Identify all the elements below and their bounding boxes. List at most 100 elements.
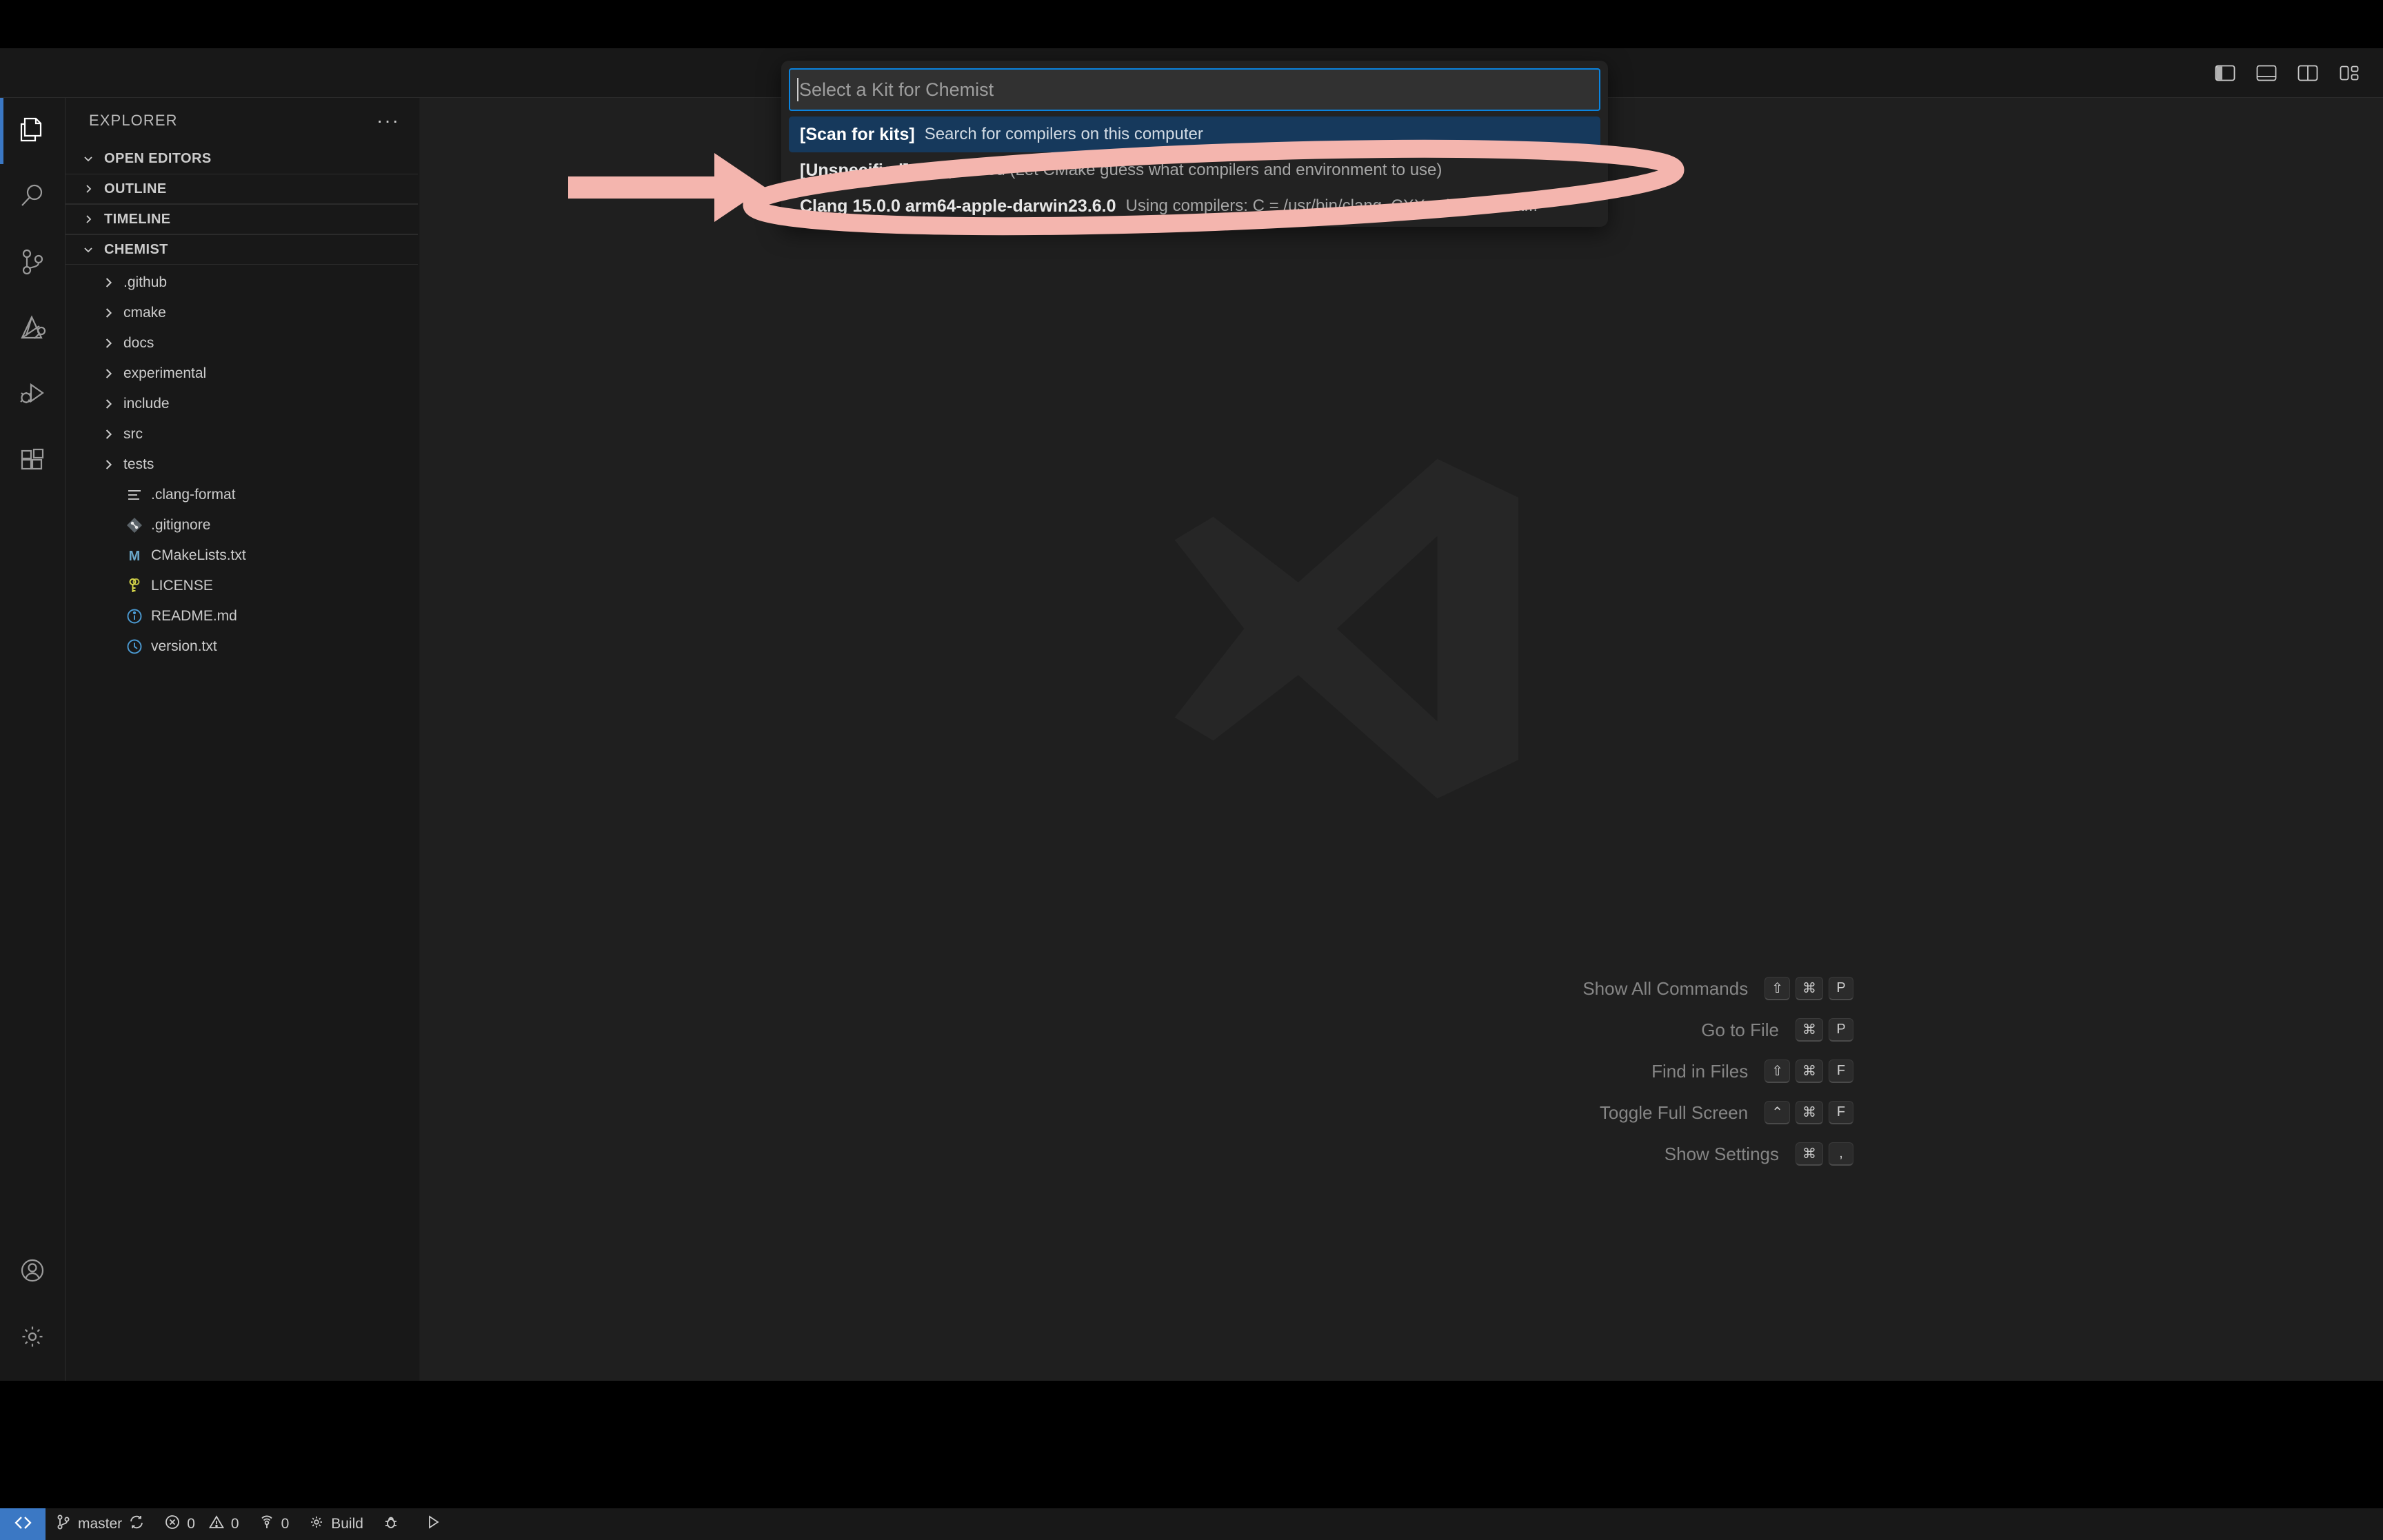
tree-item-label: .clang-format [151, 487, 236, 503]
remote-indicator[interactable] [0, 1508, 46, 1540]
shortcut-keys: ⇧ ⌘ P [1764, 977, 1853, 1000]
activity-item-search[interactable] [0, 164, 66, 230]
toggle-panel-icon[interactable] [2255, 61, 2278, 85]
key-cap: ⌃ [1764, 1101, 1790, 1124]
key-cap: , [1829, 1142, 1853, 1166]
warning-count: 0 [230, 1516, 239, 1532]
status-item-debug-target[interactable] [373, 1508, 415, 1540]
tree-item-file[interactable]: README.md [66, 601, 418, 631]
toggle-secondary-sidebar-icon[interactable] [2296, 61, 2320, 85]
activity-item-settings[interactable] [0, 1305, 66, 1371]
vscode-window: EXPLORER ··· OPEN EDITORS OUTLINE TIMELI… [0, 0, 2383, 1540]
tree-item-label: .github [123, 274, 168, 290]
activity-item-source-control[interactable] [0, 230, 66, 296]
tree-item-label: experimental [123, 365, 207, 381]
sidebar-section-open-editors[interactable]: OPEN EDITORS [66, 143, 418, 174]
status-item-run[interactable] [415, 1508, 457, 1540]
tree-item-folder[interactable]: cmake [66, 298, 418, 328]
status-bar: master 0 0 0 Build [0, 1508, 2383, 1540]
tree-item-folder[interactable]: docs [66, 328, 418, 358]
tree-item-folder[interactable]: include [66, 389, 418, 419]
shortcut-keys: ⇧ ⌘ F [1764, 1060, 1853, 1083]
chevron-right-icon [100, 305, 117, 321]
activity-bar [0, 98, 66, 1381]
status-item-ports[interactable]: 0 [249, 1508, 299, 1540]
activity-item-cmake[interactable] [0, 296, 66, 363]
status-item-branch[interactable]: master [46, 1508, 154, 1540]
tree-item-folder[interactable]: .github [66, 267, 418, 298]
activity-item-extensions[interactable] [0, 429, 66, 495]
sidebar-section-timeline[interactable]: TIMELINE [66, 204, 418, 234]
error-count: 0 [187, 1516, 195, 1532]
shortcut-label: Go to File [1701, 1019, 1779, 1040]
chevron-right-icon [100, 335, 117, 352]
tree-item-folder[interactable]: tests [66, 449, 418, 480]
key-cap: ⌘ [1796, 977, 1823, 1000]
shortcut-row: Find in Files ⇧ ⌘ F [1040, 1060, 1853, 1083]
activity-item-run-debug[interactable] [0, 363, 66, 429]
status-branch-label: master [78, 1516, 123, 1532]
quick-pick-item-scan-for-kits[interactable]: [Scan for kits] Search for compilers on … [789, 116, 1600, 152]
shortcut-label: Toggle Full Screen [1599, 1102, 1749, 1123]
account-icon [17, 1255, 48, 1290]
tree-item-label: CMakeLists.txt [151, 547, 246, 563]
tree-item-label: src [123, 426, 143, 442]
chevron-right-icon [100, 365, 117, 382]
section-label: OUTLINE [104, 181, 167, 196]
quick-pick-dialog: Select a Kit for Chemist [Scan for kits]… [781, 61, 1608, 227]
source-control-icon [17, 246, 48, 281]
more-actions-icon[interactable]: ··· [376, 111, 400, 130]
chevron-down-icon [81, 242, 96, 257]
build-label: Build [331, 1516, 363, 1532]
play-icon [425, 1514, 441, 1534]
tree-item-label: include [123, 396, 170, 412]
gear-icon [17, 1321, 48, 1356]
quick-pick-placeholder: Select a Kit for Chemist [799, 79, 994, 100]
section-label: OPEN EDITORS [104, 150, 212, 166]
quick-pick-item-unspecified[interactable]: [Unspecified] Unspecified (Let CMake gue… [789, 152, 1600, 188]
sidebar-section-outline[interactable]: OUTLINE [66, 174, 418, 204]
quick-pick-item-clang[interactable]: Clang 15.0.0 arm64-apple-darwin23.6.0 Us… [789, 188, 1600, 224]
tree-item-label: LICENSE [151, 578, 213, 594]
section-label: TIMELINE [104, 211, 171, 227]
tree-item-file[interactable]: .gitignore [66, 510, 418, 540]
tree-item-file[interactable]: LICENSE [66, 571, 418, 601]
customize-layout-icon[interactable] [2337, 61, 2361, 85]
text-caret [797, 78, 798, 101]
shortcut-label: Find in Files [1651, 1060, 1749, 1082]
chevron-right-icon [100, 396, 117, 412]
chevron-right-icon [100, 426, 117, 443]
activity-item-accounts[interactable] [0, 1239, 66, 1305]
status-item-problems[interactable]: 0 0 [154, 1508, 248, 1540]
shortcut-keys: ⌘ , [1796, 1142, 1853, 1166]
shortcut-label: Show Settings [1664, 1143, 1779, 1164]
key-cap: ⇧ [1764, 1060, 1790, 1083]
source-control-icon [55, 1514, 72, 1534]
watermark-shortcuts: Show All Commands ⇧ ⌘ P Go to File ⌘ P F… [1040, 977, 1853, 1166]
bug-icon [383, 1514, 399, 1534]
screen-top-bezel [0, 0, 2383, 48]
tree-item-file[interactable]: version.txt [66, 631, 418, 662]
key-cap: F [1829, 1060, 1853, 1083]
clock-icon [125, 637, 144, 656]
quick-pick-input[interactable]: Select a Kit for Chemist [789, 68, 1600, 111]
svg-text:M: M [129, 549, 141, 564]
tree-item-file[interactable]: .clang-format [66, 480, 418, 510]
vscode-logo-watermark [1131, 436, 1558, 822]
sidebar-section-chemist[interactable]: CHEMIST [66, 234, 418, 265]
quick-pick-item-label: Clang 15.0.0 arm64-apple-darwin23.6.0 [800, 196, 1116, 216]
tree-item-folder[interactable]: src [66, 419, 418, 449]
shortcut-row: Toggle Full Screen ⌃ ⌘ F [1040, 1101, 1853, 1124]
quick-pick-item-label: [Scan for kits] [800, 124, 915, 144]
toggle-primary-sidebar-icon[interactable] [2213, 61, 2237, 85]
shortcut-row: Show All Commands ⇧ ⌘ P [1040, 977, 1853, 1000]
status-item-build[interactable]: Build [299, 1508, 373, 1540]
tree-item-folder[interactable]: experimental [66, 358, 418, 389]
search-icon [17, 180, 48, 215]
tree-item-file[interactable]: M CMakeLists.txt [66, 540, 418, 571]
activity-item-explorer[interactable] [0, 98, 66, 164]
